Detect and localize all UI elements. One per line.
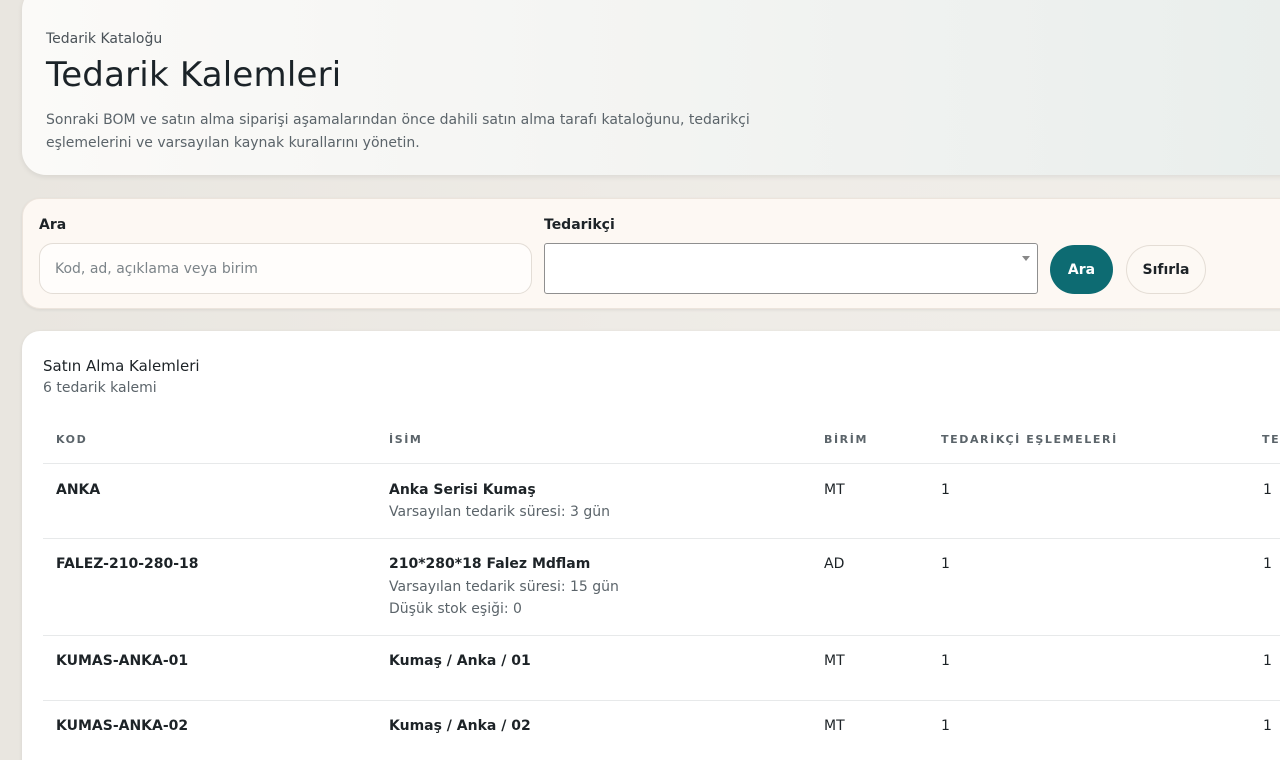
item-name[interactable]: Kumaş / Anka / 02 (389, 718, 531, 734)
item-extra-value: 1 (1263, 718, 1272, 734)
item-supplier-mappings: 1 (941, 718, 950, 734)
column-header-name[interactable]: İSİM (389, 433, 422, 446)
search-input[interactable] (39, 243, 532, 294)
page-description-line-2: eşlemelerini ve varsayılan kaynak kurall… (46, 135, 420, 151)
breadcrumb: Tedarik Kataloğu (46, 31, 163, 47)
item-unit: MT (824, 482, 845, 498)
row-divider (43, 538, 1280, 539)
column-header-unit[interactable]: BİRİM (824, 433, 868, 446)
item-lead-time: Varsayılan tedarik süresi: 3 gün (389, 504, 611, 520)
reset-button[interactable]: Sıfırla (1126, 245, 1206, 294)
item-name[interactable]: Kumaş / Anka / 01 (389, 653, 531, 669)
item-extra-value: 1 (1263, 653, 1272, 669)
supplier-label: Tedarikçi (544, 217, 615, 233)
item-supplier-mappings: 1 (941, 556, 950, 572)
section-title: Satın Alma Kalemleri (43, 357, 200, 375)
item-unit: MT (824, 718, 845, 734)
table-header-divider (43, 463, 1280, 464)
item-code[interactable]: KUMAS-ANKA-02 (56, 718, 188, 734)
item-low-stock-threshold: Düşük stok eşiği: 0 (389, 601, 522, 617)
page-description-line-1: Sonraki BOM ve satın alma siparişi aşama… (46, 112, 750, 128)
column-header-next[interactable]: TE (1262, 433, 1280, 446)
item-lead-time: Varsayılan tedarik süresi: 15 gün (389, 579, 619, 595)
search-label: Ara (39, 217, 67, 233)
item-name[interactable]: 210*280*18 Falez Mdflam (389, 556, 590, 572)
item-name[interactable]: Anka Serisi Kumaş (389, 482, 536, 498)
item-supplier-mappings: 1 (941, 653, 950, 669)
item-extra-value: 1 (1263, 482, 1272, 498)
page-description: Sonraki BOM ve satın alma siparişi aşama… (46, 109, 786, 155)
item-unit: MT (824, 653, 845, 669)
item-code[interactable]: KUMAS-ANKA-01 (56, 653, 188, 669)
supplier-select[interactable] (544, 243, 1038, 294)
chevron-down-icon (1022, 256, 1030, 261)
item-code[interactable]: FALEZ-210-280-18 (56, 556, 199, 572)
item-unit: AD (824, 556, 845, 572)
row-divider (43, 700, 1280, 701)
item-extra-value: 1 (1263, 556, 1272, 572)
row-divider (43, 635, 1280, 636)
column-header-code[interactable]: KOD (56, 433, 87, 446)
item-supplier-mappings: 1 (941, 482, 950, 498)
page-title: Tedarik Kalemleri (46, 55, 342, 95)
search-button[interactable]: Ara (1050, 245, 1113, 294)
column-header-supplier-mappings[interactable]: TEDARİKÇİ EŞLEMELERİ (941, 433, 1118, 446)
item-code[interactable]: ANKA (56, 482, 100, 498)
purchase-items-card (22, 331, 1280, 760)
item-count: 6 tedarik kalemi (43, 380, 157, 396)
